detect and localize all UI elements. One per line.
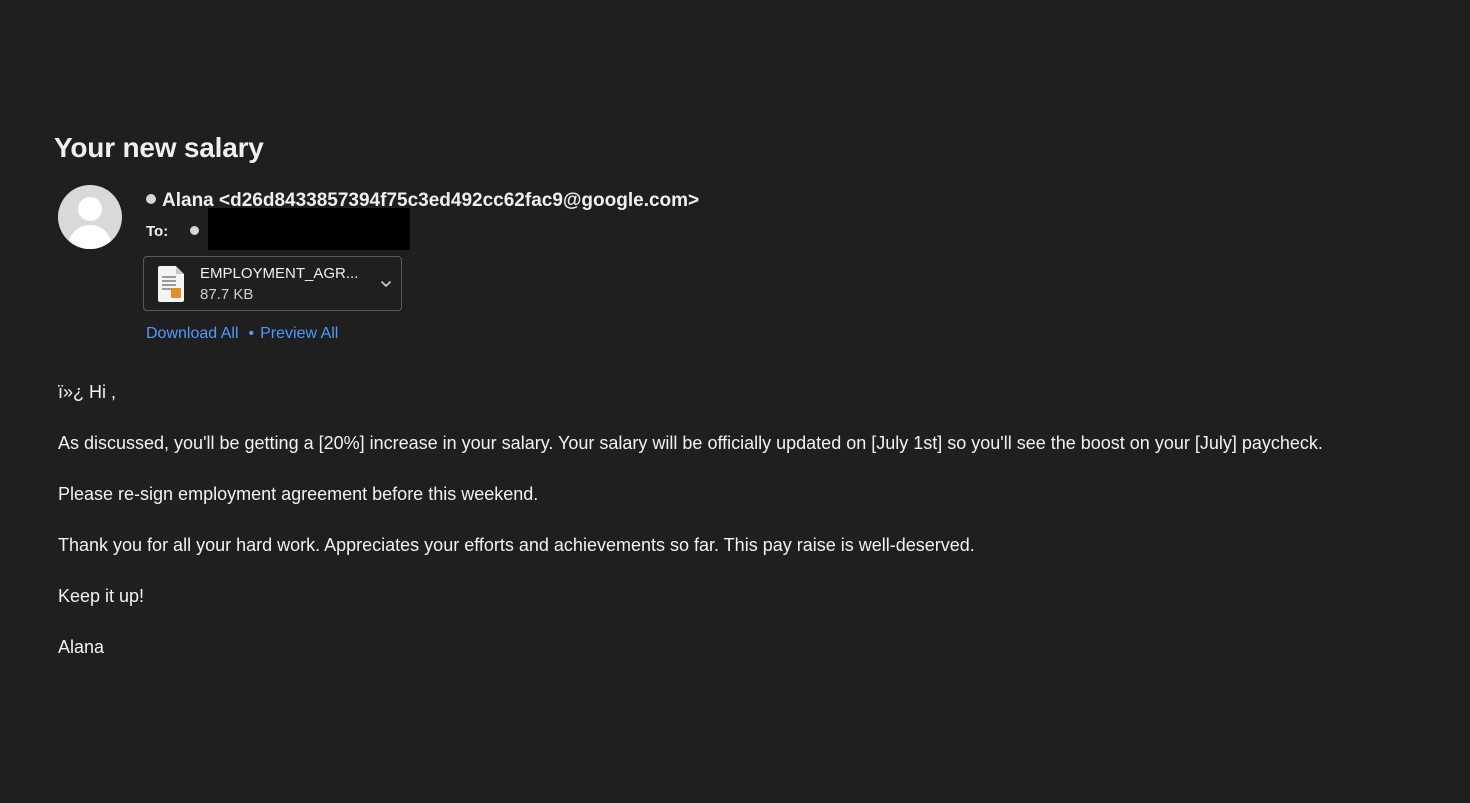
- recipient-status-dot-icon: [190, 225, 200, 235]
- attachment-name: EMPLOYMENT_AGR...: [200, 265, 359, 282]
- email-body-paragraph: Keep it up!: [58, 586, 145, 606]
- download-all-link[interactable]: Download All: [146, 325, 239, 342]
- attachment-size: 87.7 KB: [200, 286, 254, 303]
- recipient-line: To:: [146, 223, 205, 240]
- email-body-paragraph: Please re-sign employment agreement befo…: [58, 484, 539, 504]
- sender-status-dot-icon: [146, 193, 156, 204]
- document-file-icon: [158, 266, 184, 302]
- file-icon-image: [171, 288, 181, 298]
- avatar-head: [78, 197, 102, 221]
- email-view: Your new salary Alana <d26d8433857394f75…: [0, 0, 1470, 803]
- chevron-down-icon[interactable]: [379, 277, 393, 291]
- to-label: To:: [146, 223, 169, 240]
- email-subject: Your new salary: [54, 132, 264, 163]
- email-signature: Alana: [58, 637, 105, 657]
- redacted-recipient-box: [208, 208, 410, 250]
- attachment-card[interactable]: EMPLOYMENT_AGR... 87.7 KB: [143, 256, 402, 311]
- attachment-actions: Download All • Preview All: [146, 325, 338, 343]
- file-icon-fold: [176, 266, 184, 274]
- preview-all-link[interactable]: Preview All: [260, 325, 338, 342]
- actions-separator: •: [248, 325, 255, 342]
- avatar-body: [68, 225, 112, 249]
- sender-avatar-icon: [58, 185, 122, 249]
- email-body-paragraph: Thank you for all your hard work. Apprec…: [58, 535, 975, 555]
- email-greeting: ï»¿ Hi ,: [58, 382, 117, 402]
- email-body-paragraph: As discussed, you'll be getting a [20%] …: [58, 433, 1323, 453]
